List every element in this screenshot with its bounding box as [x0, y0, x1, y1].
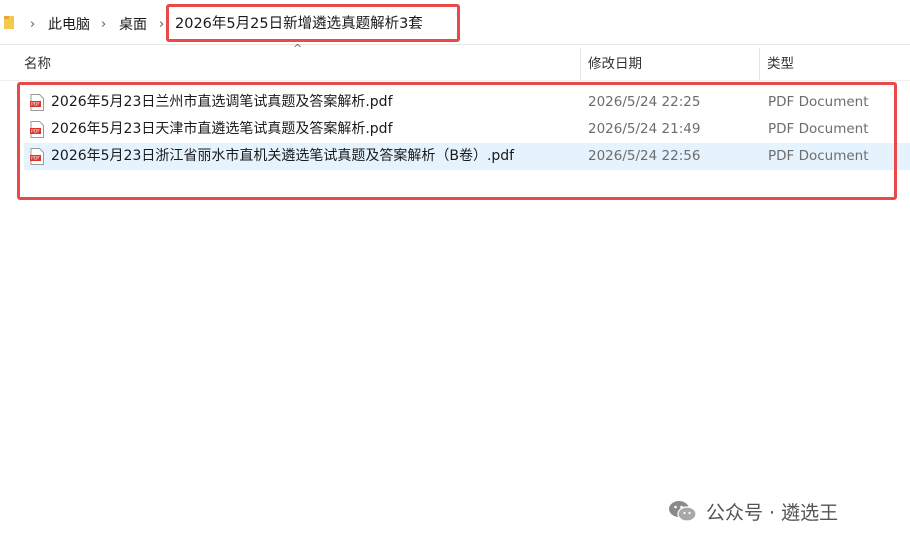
chevron-right-icon[interactable]: ›	[101, 16, 106, 34]
highlight-box-folder	[166, 4, 460, 42]
folder-icon	[4, 16, 14, 29]
column-separator[interactable]	[759, 48, 760, 80]
chevron-right-icon[interactable]: ›	[159, 16, 164, 34]
breadcrumb-item-this-pc[interactable]: 此电脑	[48, 16, 90, 34]
watermark: 公众号 · 遴选王	[668, 498, 838, 524]
column-header-name[interactable]: 名称	[24, 55, 51, 73]
sort-ascending-icon: ^	[293, 42, 303, 55]
chevron-right-icon[interactable]: ›	[30, 16, 35, 34]
divider	[0, 44, 910, 45]
wechat-icon	[669, 501, 697, 522]
breadcrumb-item-desktop[interactable]: 桌面	[119, 16, 147, 34]
header-divider	[0, 80, 910, 81]
column-header-type[interactable]: 类型	[767, 55, 794, 73]
column-header-modified[interactable]: 修改日期	[588, 55, 642, 73]
watermark-text: 公众号 · 遴选王	[706, 501, 839, 524]
column-separator[interactable]	[580, 48, 581, 80]
highlight-box-files	[17, 82, 897, 200]
